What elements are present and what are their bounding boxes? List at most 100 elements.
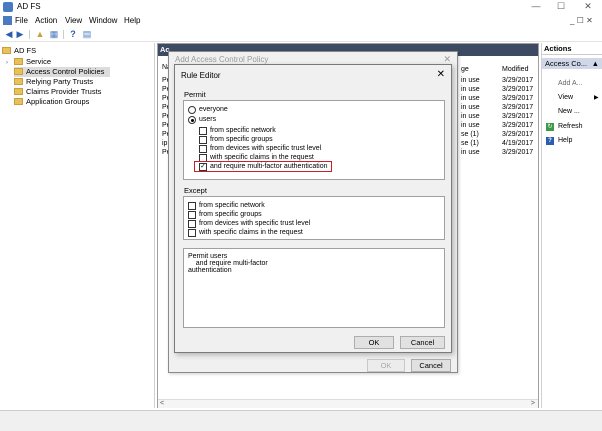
folder-icon bbox=[14, 78, 23, 85]
folder-icon bbox=[14, 98, 23, 105]
folder-icon bbox=[2, 47, 11, 54]
column-header-usage[interactable]: ge bbox=[461, 66, 469, 73]
tree-item-application-groups[interactable]: Application Groups bbox=[14, 97, 89, 107]
horizontal-scrollbar[interactable]: < > bbox=[158, 399, 538, 408]
scroll-right-icon[interactable]: > bbox=[531, 400, 535, 407]
menu-view[interactable]: View bbox=[65, 16, 82, 25]
except-option-label: from specific groups bbox=[199, 211, 262, 218]
action-view[interactable]: View bbox=[558, 94, 573, 101]
dialog-title: Rule Editor bbox=[181, 71, 221, 80]
actions-header: Actions bbox=[542, 43, 602, 55]
table-row-usage: in use bbox=[461, 149, 480, 156]
help-icon[interactable]: ? bbox=[67, 29, 79, 40]
menu-bar: File Action View Window Help _ ☐ ✕ bbox=[0, 14, 602, 27]
adfs-app-icon bbox=[3, 2, 13, 12]
maximize-button[interactable]: ☐ bbox=[551, 1, 571, 13]
table-row-usage: in use bbox=[461, 113, 480, 120]
radio-everyone-label: everyone bbox=[199, 106, 228, 113]
expand-chevron-icon[interactable]: › bbox=[6, 58, 14, 68]
ok-button[interactable]: OK bbox=[354, 336, 394, 349]
folder-icon bbox=[14, 58, 23, 65]
show-tree-icon[interactable]: ▦ bbox=[48, 29, 60, 40]
close-button[interactable]: ✕ bbox=[578, 1, 598, 13]
table-row-usage: in use bbox=[461, 95, 480, 102]
summary-line: and require multi-factor bbox=[188, 260, 268, 267]
permit-option-label: from specific groups bbox=[210, 136, 273, 143]
except-claims-checkbox[interactable] bbox=[188, 229, 196, 237]
menu-action[interactable]: Action bbox=[35, 16, 57, 25]
menu-window[interactable]: Window bbox=[89, 16, 117, 25]
table-row-usage: in use bbox=[461, 122, 480, 129]
radio-users-label: users bbox=[199, 116, 217, 123]
table-row-usage: in use bbox=[461, 86, 480, 93]
actions-pane: Actions Access Co... ▲ Add A... View ▶ N… bbox=[541, 43, 602, 408]
permit-mfa-label: and require multi-factor authentication bbox=[210, 163, 328, 170]
permit-label: Permit bbox=[184, 90, 206, 99]
tree-item-access-control-policies[interactable]: Access Control Policies bbox=[14, 67, 111, 77]
summary-line: Permit users bbox=[188, 253, 228, 260]
status-bar bbox=[0, 410, 602, 431]
column-header-modified[interactable]: Modified bbox=[502, 66, 528, 73]
except-devices-checkbox[interactable] bbox=[188, 220, 196, 228]
tree-item-service[interactable]: › Service bbox=[6, 57, 51, 67]
action-refresh[interactable]: Refresh bbox=[558, 123, 583, 130]
folder-icon bbox=[14, 88, 23, 95]
title-bar: AD FS — ☐ ✕ bbox=[0, 0, 602, 14]
forward-arrow-icon[interactable]: ▶ bbox=[14, 29, 26, 40]
table-row-modified: 3/29/2017 bbox=[502, 104, 534, 111]
permit-devices-checkbox[interactable] bbox=[199, 145, 207, 153]
permit-box: everyone users from specific network fro… bbox=[183, 100, 445, 180]
tree-root[interactable]: AD FS bbox=[2, 46, 36, 56]
table-row-name[interactable]: ip bbox=[162, 140, 167, 147]
cancel-button[interactable]: Cancel bbox=[411, 359, 451, 372]
rule-editor-dialog: Rule Editor ✕ Permit everyone users from… bbox=[174, 64, 452, 353]
table-row-modified: 3/29/2017 bbox=[502, 113, 534, 120]
table-row-usage: se (1) bbox=[461, 140, 479, 147]
actions-group-header[interactable]: Access Co... ▲ bbox=[542, 58, 602, 69]
table-row-modified: 4/19/2017 bbox=[502, 140, 534, 147]
cancel-button[interactable]: Cancel bbox=[400, 336, 445, 349]
action-help[interactable]: Help bbox=[558, 137, 572, 144]
menu-help[interactable]: Help bbox=[124, 16, 140, 25]
action-new[interactable]: New ... bbox=[558, 108, 580, 115]
table-row-usage: in use bbox=[461, 77, 480, 84]
menu-file[interactable]: File bbox=[15, 16, 28, 25]
permit-groups-checkbox[interactable] bbox=[199, 136, 207, 144]
window-title: AD FS bbox=[17, 2, 41, 11]
ok-button[interactable]: OK bbox=[367, 359, 405, 372]
radio-users[interactable] bbox=[188, 116, 196, 124]
console-tree: AD FS › Service Access Control Policies R… bbox=[0, 43, 155, 408]
close-icon[interactable]: ✕ bbox=[437, 69, 445, 80]
folder-icon bbox=[14, 68, 23, 75]
table-row-modified: 3/29/2017 bbox=[502, 95, 534, 102]
radio-everyone[interactable] bbox=[188, 106, 196, 114]
rule-summary-box: Permit users and require multi-factor au… bbox=[183, 248, 445, 328]
collapse-arrow-icon[interactable]: ▲ bbox=[592, 58, 599, 69]
folder-up-icon[interactable]: ▲ bbox=[34, 29, 46, 40]
action-add[interactable]: Add A... bbox=[558, 80, 583, 87]
help-icon: ? bbox=[546, 137, 554, 145]
except-option-label: from specific network bbox=[199, 202, 265, 209]
permit-mfa-checkbox[interactable]: ✓ bbox=[199, 163, 207, 171]
permit-network-checkbox[interactable] bbox=[199, 127, 207, 135]
except-groups-checkbox[interactable] bbox=[188, 211, 196, 219]
toolbar-separator bbox=[29, 30, 30, 39]
properties-icon[interactable]: ▤ bbox=[81, 29, 93, 40]
except-network-checkbox[interactable] bbox=[188, 202, 196, 210]
table-row-modified: 3/29/2017 bbox=[502, 122, 534, 129]
tree-item-claims-provider-trusts[interactable]: Claims Provider Trusts bbox=[14, 87, 101, 97]
table-row-modified: 3/29/2017 bbox=[502, 77, 534, 84]
inner-window-controls[interactable]: _ ☐ ✕ bbox=[570, 16, 593, 25]
dialog-title: Add Access Control Policy bbox=[175, 55, 269, 64]
except-option-label: from devices with specific trust level bbox=[199, 220, 311, 227]
toolbar-separator bbox=[63, 30, 64, 39]
permit-option-label: from devices with specific trust level bbox=[210, 145, 322, 152]
mmc-icon bbox=[3, 16, 12, 25]
minimize-button[interactable]: — bbox=[526, 1, 546, 13]
summary-line: authentication bbox=[188, 267, 232, 274]
except-option-label: with specific claims in the request bbox=[199, 229, 303, 236]
permit-option-label: with specific claims in the request bbox=[210, 154, 314, 161]
table-row-modified: 3/29/2017 bbox=[502, 86, 534, 93]
tree-item-relying-party-trusts[interactable]: Relying Party Trusts bbox=[14, 77, 93, 87]
scroll-left-icon[interactable]: < bbox=[160, 400, 164, 407]
